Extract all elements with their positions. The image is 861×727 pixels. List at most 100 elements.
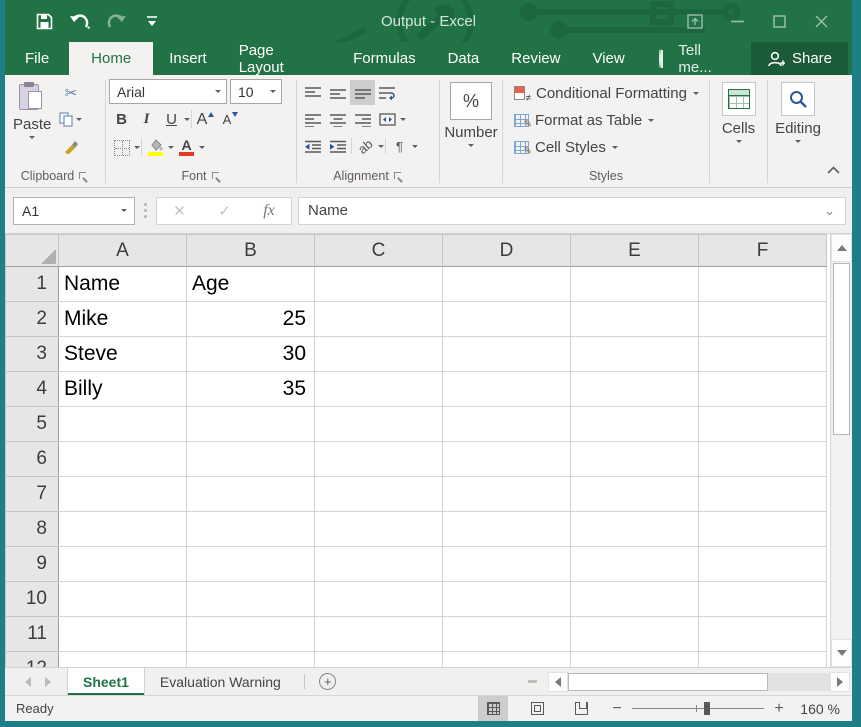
row-header-8[interactable]: 8 [6, 512, 59, 547]
wrap-text-button[interactable] [375, 80, 400, 105]
vertical-scrollbar[interactable] [830, 234, 852, 667]
next-sheet-button[interactable] [45, 677, 51, 687]
format-as-table-dropdown-arrow[interactable] [648, 119, 654, 122]
cell-C1[interactable] [315, 267, 443, 302]
tab-data[interactable]: Data [432, 42, 496, 75]
clipboard-dialog-launcher[interactable] [79, 172, 88, 181]
cell-E10[interactable] [571, 582, 699, 617]
formula-bar-drag-handle[interactable] [141, 202, 150, 220]
row-header-5[interactable]: 5 [6, 407, 59, 442]
font-color-button[interactable]: A [174, 135, 199, 160]
row-header-10[interactable]: 10 [6, 582, 59, 617]
cell-F4[interactable] [699, 372, 827, 407]
align-right-button[interactable] [350, 107, 375, 132]
cell-F9[interactable] [699, 547, 827, 582]
cell-A11[interactable] [59, 617, 187, 652]
copy-button[interactable] [57, 107, 84, 132]
conditional-formatting-dropdown-arrow[interactable] [693, 92, 699, 95]
column-header-F[interactable]: F [699, 235, 827, 267]
cell-D10[interactable] [443, 582, 571, 617]
cells-dropdown-arrow[interactable] [736, 140, 742, 143]
cell-F10[interactable] [699, 582, 827, 617]
cell-E11[interactable] [571, 617, 699, 652]
cell-styles-button[interactable]: ✎ Cell Styles [510, 134, 706, 161]
tab-review[interactable]: Review [495, 42, 576, 75]
column-header-E[interactable]: E [571, 235, 699, 267]
formula-input[interactable]: Name ⌄ [298, 197, 846, 225]
editing-button[interactable]: Editing [769, 78, 827, 187]
save-button[interactable] [31, 8, 57, 34]
cell-C5[interactable] [315, 407, 443, 442]
cell-C3[interactable] [315, 337, 443, 372]
previous-sheet-button[interactable] [25, 677, 31, 687]
zoom-level[interactable]: 160 % [794, 701, 840, 717]
row-header-11[interactable]: 11 [6, 617, 59, 652]
cell-B6[interactable] [187, 442, 315, 477]
row-header-4[interactable]: 4 [6, 372, 59, 407]
orientation-dropdown-arrow[interactable] [378, 145, 384, 148]
format-as-table-button[interactable]: ✎ Format as Table [510, 107, 706, 134]
bold-button[interactable]: B [109, 107, 134, 132]
cell-D6[interactable] [443, 442, 571, 477]
select-all-corner[interactable] [6, 235, 59, 267]
cell-E7[interactable] [571, 477, 699, 512]
tab-home[interactable]: Home [69, 42, 153, 75]
cell-C9[interactable] [315, 547, 443, 582]
zoom-slider[interactable] [632, 708, 764, 709]
horizontal-scroll-thumb[interactable] [568, 673, 768, 691]
vertical-scroll-thumb[interactable] [833, 263, 850, 435]
tab-view[interactable]: View [576, 42, 640, 75]
paste-button[interactable]: Paste [7, 78, 57, 165]
decrease-font-button[interactable]: A [218, 107, 243, 132]
format-painter-button[interactable] [57, 134, 84, 159]
redo-button[interactable] [103, 8, 129, 34]
tab-file[interactable]: File [5, 42, 69, 75]
insert-function-button[interactable]: fx [263, 202, 275, 220]
cell-E5[interactable] [571, 407, 699, 442]
cell-B5[interactable] [187, 407, 315, 442]
cell-C7[interactable] [315, 477, 443, 512]
cell-F8[interactable] [699, 512, 827, 547]
cell-D12[interactable] [443, 652, 571, 668]
cell-F6[interactable] [699, 442, 827, 477]
cell-B7[interactable] [187, 477, 315, 512]
cell-D1[interactable] [443, 267, 571, 302]
tab-page-layout[interactable]: Page Layout [223, 42, 337, 75]
merge-dropdown-arrow[interactable] [400, 118, 406, 121]
page-break-view-button[interactable] [566, 696, 596, 721]
cell-F7[interactable] [699, 477, 827, 512]
copy-dropdown-arrow[interactable] [76, 118, 82, 121]
align-left-button[interactable] [300, 107, 325, 132]
cell-F1[interactable] [699, 267, 827, 302]
column-header-D[interactable]: D [443, 235, 571, 267]
cell-E6[interactable] [571, 442, 699, 477]
align-center-button[interactable] [325, 107, 350, 132]
cell-B12[interactable] [187, 652, 315, 668]
cell-D9[interactable] [443, 547, 571, 582]
scroll-down-button[interactable] [831, 639, 852, 667]
row-header-6[interactable]: 6 [6, 442, 59, 477]
cells-button[interactable]: Cells [716, 78, 762, 187]
borders-dropdown-arrow[interactable] [134, 146, 140, 149]
align-top-button[interactable] [300, 80, 325, 105]
cell-F5[interactable] [699, 407, 827, 442]
scroll-left-button[interactable] [548, 672, 568, 692]
cell-C4[interactable] [315, 372, 443, 407]
customize-qat-button[interactable] [139, 8, 165, 34]
cell-E8[interactable] [571, 512, 699, 547]
cell-C12[interactable] [315, 652, 443, 668]
cell-F12[interactable] [699, 652, 827, 668]
cell-F2[interactable] [699, 302, 827, 337]
cell-B9[interactable] [187, 547, 315, 582]
column-header-A[interactable]: A [59, 235, 187, 267]
cell-C6[interactable] [315, 442, 443, 477]
cell-A7[interactable] [59, 477, 187, 512]
borders-button[interactable] [109, 135, 134, 160]
text-direction-button[interactable]: ¶ [387, 134, 412, 159]
column-header-B[interactable]: B [187, 235, 315, 267]
conditional-formatting-button[interactable]: ≠ Conditional Formatting [510, 80, 706, 107]
cell-A5[interactable] [59, 407, 187, 442]
number-format-button[interactable]: % Number [438, 78, 503, 187]
cell-C8[interactable] [315, 512, 443, 547]
cell-C2[interactable] [315, 302, 443, 337]
